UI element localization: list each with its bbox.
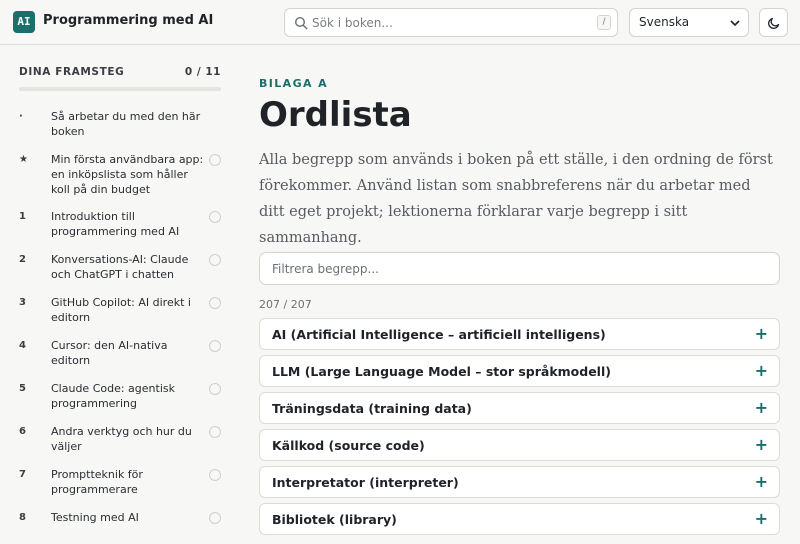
- glossary-term-row[interactable]: Träningsdata (training data) +: [259, 392, 780, 424]
- sidebar-chapter-item[interactable]: 2 Konversations-AI: Claude och ChatGPT i …: [0, 246, 240, 289]
- term-count: 207 / 207: [259, 298, 312, 311]
- glossary-term-row[interactable]: Källkod (source code) +: [259, 429, 780, 461]
- chapter-number: 6: [19, 426, 26, 437]
- sidebar-chapter-item[interactable]: · Så arbetar du med den här boken: [0, 103, 240, 146]
- sidebar-chapter-item[interactable]: 1 Introduktion till programmering med AI: [0, 203, 240, 246]
- chapter-number: 5: [19, 383, 26, 394]
- app-title[interactable]: Programmering med AI: [43, 13, 213, 28]
- chapter-label: Andra verktyg och hur du väljer: [51, 425, 192, 453]
- glossary-list: AI (Artificial Intelligence – artificiel…: [259, 318, 780, 540]
- completion-circle-icon[interactable]: [209, 383, 221, 395]
- page-title: Ordlista: [259, 95, 412, 135]
- search-shortcut-key: /: [597, 15, 611, 30]
- chapter-label: Testning med AI: [51, 511, 139, 524]
- sidebar: DINA FRAMSTEG 0 / 11 · Så arbetar du med …: [0, 45, 240, 544]
- theme-toggle-button[interactable]: [759, 8, 788, 37]
- chapter-number: 7: [19, 469, 26, 480]
- chapter-number: ★: [19, 154, 28, 165]
- progress-label: DINA FRAMSTEG: [19, 66, 125, 78]
- filter-box[interactable]: [259, 252, 780, 285]
- progress-count: 0 / 11: [184, 66, 221, 78]
- sidebar-chapter-item[interactable]: 5 Claude Code: agentisk programmering: [0, 375, 240, 418]
- chapter-nav: · Så arbetar du med den här boken ★ Min för…: [0, 103, 240, 544]
- intro-paragraph: Alla begrepp som används i boken på ett …: [259, 152, 773, 246]
- search-icon: [294, 16, 308, 30]
- completion-circle-icon[interactable]: [209, 297, 221, 309]
- completion-circle-icon[interactable]: [209, 254, 221, 266]
- glossary-term-row[interactable]: Interpretator (interpreter) +: [259, 466, 780, 498]
- sidebar-chapter-item[interactable]: 7 Promptteknik för programmerare: [0, 461, 240, 504]
- search-input[interactable]: [312, 13, 572, 33]
- sidebar-chapter-item[interactable]: 8 Testning med AI: [0, 504, 240, 544]
- chapter-label: Introduktion till programmering med AI: [51, 210, 180, 238]
- glossary-term-name: Träningsdata (training data): [272, 401, 472, 416]
- chapter-label: GitHub Copilot: AI direkt i editorn: [51, 296, 191, 324]
- sidebar-chapter-item[interactable]: 3 GitHub Copilot: AI direkt i editorn: [0, 289, 240, 332]
- glossary-term-name: Källkod (source code): [272, 438, 425, 453]
- completion-circle-icon[interactable]: [209, 340, 221, 352]
- glossary-term-row[interactable]: Bibliotek (library) +: [259, 503, 780, 535]
- sidebar-chapter-item[interactable]: 4 Cursor: den AI-nativa editorn: [0, 332, 240, 375]
- logo[interactable]: AI: [13, 11, 35, 33]
- expand-plus-icon[interactable]: +: [755, 435, 768, 455]
- chevron-down-icon: [730, 20, 740, 27]
- appendix-label: BILAGA A: [259, 77, 329, 90]
- expand-plus-icon[interactable]: +: [755, 472, 768, 492]
- glossary-term-name: AI (Artificial Intelligence – artificiel…: [272, 327, 606, 342]
- sidebar-chapter-item[interactable]: ★ Min första användbara app: en inköpslis…: [0, 146, 240, 203]
- expand-plus-icon[interactable]: +: [755, 361, 768, 381]
- progress-bar: [19, 87, 221, 91]
- glossary-term-name: LLM (Large Language Model – stor språkmo…: [272, 364, 611, 379]
- chapter-number: 8: [19, 512, 26, 523]
- completion-circle-icon[interactable]: [209, 154, 221, 166]
- completion-circle-icon[interactable]: [209, 469, 221, 481]
- language-select[interactable]: Svenska: [629, 8, 749, 37]
- completion-circle-icon[interactable]: [209, 211, 221, 223]
- sidebar-chapter-item[interactable]: 6 Andra verktyg och hur du väljer: [0, 418, 240, 461]
- expand-plus-icon[interactable]: +: [755, 324, 768, 344]
- chapter-label: Cursor: den AI-nativa editorn: [51, 339, 168, 367]
- chapter-label: Claude Code: agentisk programmering: [51, 382, 175, 410]
- completion-circle-icon[interactable]: [209, 426, 221, 438]
- chapter-label: Konversations-AI: Claude och ChatGPT i c…: [51, 253, 189, 281]
- moon-icon: [768, 17, 780, 29]
- glossary-term-row[interactable]: AI (Artificial Intelligence – artificiel…: [259, 318, 780, 350]
- chapter-label: Promptteknik för programmerare: [51, 468, 143, 496]
- glossary-term-name: Interpretator (interpreter): [272, 475, 459, 490]
- chapter-number: ·: [19, 111, 23, 122]
- main-content: BILAGA A Ordlista Alla begrepp som använ…: [259, 45, 781, 544]
- glossary-term-name: Bibliotek (library): [272, 512, 397, 527]
- top-bar: AI Programmering med AI / Svenska: [0, 0, 800, 45]
- chapter-label: Så arbetar du med den här boken: [51, 110, 201, 138]
- chapter-label: Min första användbara app: en inköpslist…: [51, 153, 204, 196]
- search-box[interactable]: /: [284, 8, 618, 37]
- language-selected-value: Svenska: [639, 15, 690, 29]
- filter-input[interactable]: [272, 261, 762, 277]
- expand-plus-icon[interactable]: +: [755, 398, 768, 418]
- chapter-number: 3: [19, 297, 26, 308]
- completion-circle-icon[interactable]: [209, 512, 221, 524]
- chapter-number: 1: [19, 211, 26, 222]
- expand-plus-icon[interactable]: +: [755, 509, 768, 529]
- chapter-number: 2: [19, 254, 26, 265]
- glossary-term-row[interactable]: LLM (Large Language Model – stor språkmo…: [259, 355, 780, 387]
- chapter-number: 4: [19, 340, 26, 351]
